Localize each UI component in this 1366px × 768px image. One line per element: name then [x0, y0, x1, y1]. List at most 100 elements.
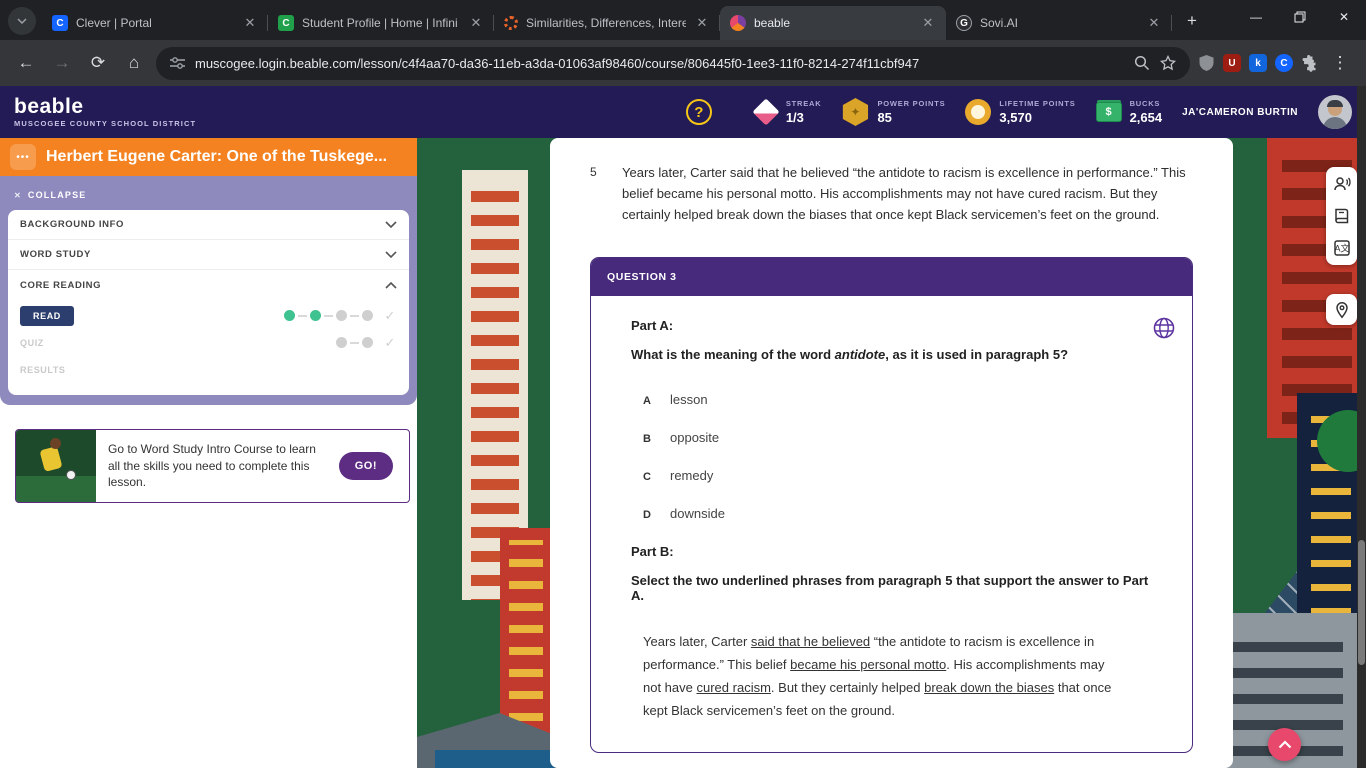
- section-label: CORE READING: [20, 280, 101, 291]
- paragraph-text: Years later, Carter said that he believe…: [622, 163, 1192, 225]
- back-button[interactable]: ←: [12, 49, 40, 77]
- forward-button[interactable]: →: [48, 49, 76, 77]
- prompt-post: , as it is used in paragraph 5?: [885, 347, 1068, 362]
- section-core-reading[interactable]: CORE READING: [8, 270, 409, 300]
- bucks-icon: $: [1096, 102, 1122, 122]
- underlined-phrase-3[interactable]: cured racism: [697, 680, 771, 695]
- chevron-up-icon: [385, 282, 397, 289]
- part-a-label: Part A:: [631, 318, 1152, 333]
- choice-a[interactable]: A lesson: [643, 392, 1152, 407]
- tab-clever-portal[interactable]: C Clever | Portal ✕: [42, 6, 268, 40]
- lifetime-points-stat: LIFETIME POINTS 3,570: [965, 99, 1075, 125]
- avatar[interactable]: [1318, 95, 1352, 129]
- scroll-to-top-button[interactable]: [1268, 728, 1301, 761]
- translate-icon[interactable]: A文: [1333, 239, 1351, 257]
- read-progress-dots: [284, 310, 373, 321]
- choice-letter: C: [643, 471, 655, 483]
- bucks-stat: $ BUCKS 2,654: [1096, 99, 1163, 125]
- go-button[interactable]: GO!: [339, 452, 393, 480]
- streak-value: 1/3: [786, 110, 822, 125]
- infinite-campus-favicon: C: [278, 15, 294, 31]
- tab-search-button[interactable]: [8, 7, 36, 35]
- bookmark-star-icon[interactable]: [1160, 55, 1176, 71]
- tab-label: Student Profile | Home | Infini: [302, 16, 460, 30]
- zoom-icon[interactable]: [1134, 55, 1150, 71]
- window-controls: — ✕: [1234, 0, 1366, 34]
- tab-similarities[interactable]: Similarities, Differences, Intere ✕: [494, 6, 720, 40]
- lesson-nav-panel: ✕ COLLAPSE BACKGROUND INFO WORD STUDY CO…: [0, 176, 417, 405]
- collapse-label: COLLAPSE: [28, 190, 87, 200]
- choice-b[interactable]: B opposite: [643, 430, 1152, 445]
- bucks-label: BUCKS: [1130, 99, 1163, 108]
- address-bar[interactable]: muscogee.login.beable.com/lesson/c4f4aa7…: [156, 47, 1190, 80]
- scrollbar-thumb[interactable]: [1358, 540, 1365, 665]
- home-button[interactable]: ⌂: [120, 49, 148, 77]
- choice-d[interactable]: D downside: [643, 506, 1152, 521]
- ublock-extension-icon[interactable]: U: [1223, 54, 1241, 72]
- read-aloud-person-icon[interactable]: [1333, 175, 1351, 193]
- progress-dot-todo: [336, 337, 347, 348]
- new-tab-button[interactable]: +: [1178, 7, 1206, 35]
- underlined-phrase-1[interactable]: said that he believed: [751, 634, 870, 649]
- beable-favicon: [730, 15, 746, 31]
- district-label: MUSCOGEE COUNTY SCHOOL DISTRICT: [14, 120, 196, 128]
- quiz-progress-row: QUIZ ✓: [20, 329, 397, 356]
- browser-menu-kebab-icon[interactable]: ⋮: [1326, 49, 1354, 77]
- page-scrollbar[interactable]: [1357, 86, 1366, 768]
- choice-c[interactable]: C remedy: [643, 468, 1152, 483]
- clever-extension-icon[interactable]: C: [1275, 54, 1293, 72]
- passage-text: . But they certainly helped: [771, 680, 924, 695]
- tab-sovi-ai[interactable]: G Sovi.AI ✕: [946, 6, 1172, 40]
- window-restore-button[interactable]: [1278, 0, 1322, 34]
- underlined-phrase-2[interactable]: became his personal motto: [790, 657, 946, 672]
- privacy-shield-icon[interactable]: [1198, 54, 1215, 72]
- lifetime-points-value: 3,570: [999, 110, 1075, 125]
- help-icon[interactable]: ?: [686, 99, 712, 125]
- extensions-puzzle-icon[interactable]: [1301, 55, 1318, 72]
- power-points-value: 85: [877, 110, 945, 125]
- streak-label: STREAK: [786, 99, 822, 108]
- section-word-study[interactable]: WORD STUDY: [8, 240, 409, 270]
- check-icon: ✓: [383, 308, 397, 324]
- browser-toolbar: ← → ⟳ ⌂ muscogee.login.beable.com/lesson…: [0, 40, 1366, 86]
- progress-dot-todo: [362, 310, 373, 321]
- collapse-button[interactable]: ✕ COLLAPSE: [14, 190, 409, 200]
- dictionary-book-icon[interactable]: [1333, 207, 1351, 225]
- beable-header: beable MUSCOGEE COUNTY SCHOOL DISTRICT ?…: [0, 86, 1366, 138]
- tab-beable-active[interactable]: beable ✕: [720, 6, 946, 40]
- promo-text: Go to Word Study Intro Course to learn a…: [96, 441, 339, 491]
- tab-label: beable: [754, 16, 912, 30]
- section-label: WORD STUDY: [20, 249, 91, 260]
- location-pin-tool[interactable]: [1326, 294, 1357, 325]
- underlined-phrase-4[interactable]: break down the biases: [924, 680, 1054, 695]
- tab-close-icon[interactable]: ✕: [468, 15, 484, 31]
- url-text[interactable]: muscogee.login.beable.com/lesson/c4f4aa7…: [195, 56, 1124, 71]
- lifetime-points-label: LIFETIME POINTS: [999, 99, 1075, 108]
- results-label: RESULTS: [20, 365, 66, 375]
- tab-close-icon[interactable]: ✕: [242, 15, 258, 31]
- reload-button[interactable]: ⟳: [84, 49, 112, 77]
- core-reading-body: READ ✓ QUIZ ✓: [8, 300, 409, 385]
- reading-panel: 5 Years later, Carter said that he belie…: [550, 138, 1233, 768]
- paragraph-number: 5: [590, 163, 610, 225]
- choice-letter: D: [643, 509, 655, 521]
- tab-student-profile[interactable]: C Student Profile | Home | Infini ✕: [268, 6, 494, 40]
- svg-text:A文: A文: [1334, 243, 1349, 254]
- site-settings-icon[interactable]: [170, 57, 185, 70]
- window-close-button[interactable]: ✕: [1322, 0, 1366, 34]
- read-aloud-globe-icon[interactable]: [1152, 316, 1176, 340]
- part-b-label: Part B:: [631, 544, 1152, 559]
- sovi-favicon: G: [956, 15, 972, 31]
- tab-close-icon[interactable]: ✕: [694, 15, 710, 31]
- lesson-menu-button[interactable]: •••: [10, 144, 36, 170]
- lesson-favicon: [504, 16, 518, 30]
- tab-close-icon[interactable]: ✕: [920, 15, 936, 31]
- tab-label: Clever | Portal: [76, 16, 234, 30]
- progress-dot-done: [310, 310, 321, 321]
- kami-extension-icon[interactable]: k: [1249, 54, 1267, 72]
- read-button[interactable]: READ: [20, 306, 74, 326]
- section-background-info[interactable]: BACKGROUND INFO: [8, 210, 409, 240]
- tab-close-icon[interactable]: ✕: [1146, 15, 1162, 31]
- window-minimize-button[interactable]: —: [1234, 0, 1278, 34]
- power-points-stat: ✦ POWER POINTS 85: [841, 98, 945, 126]
